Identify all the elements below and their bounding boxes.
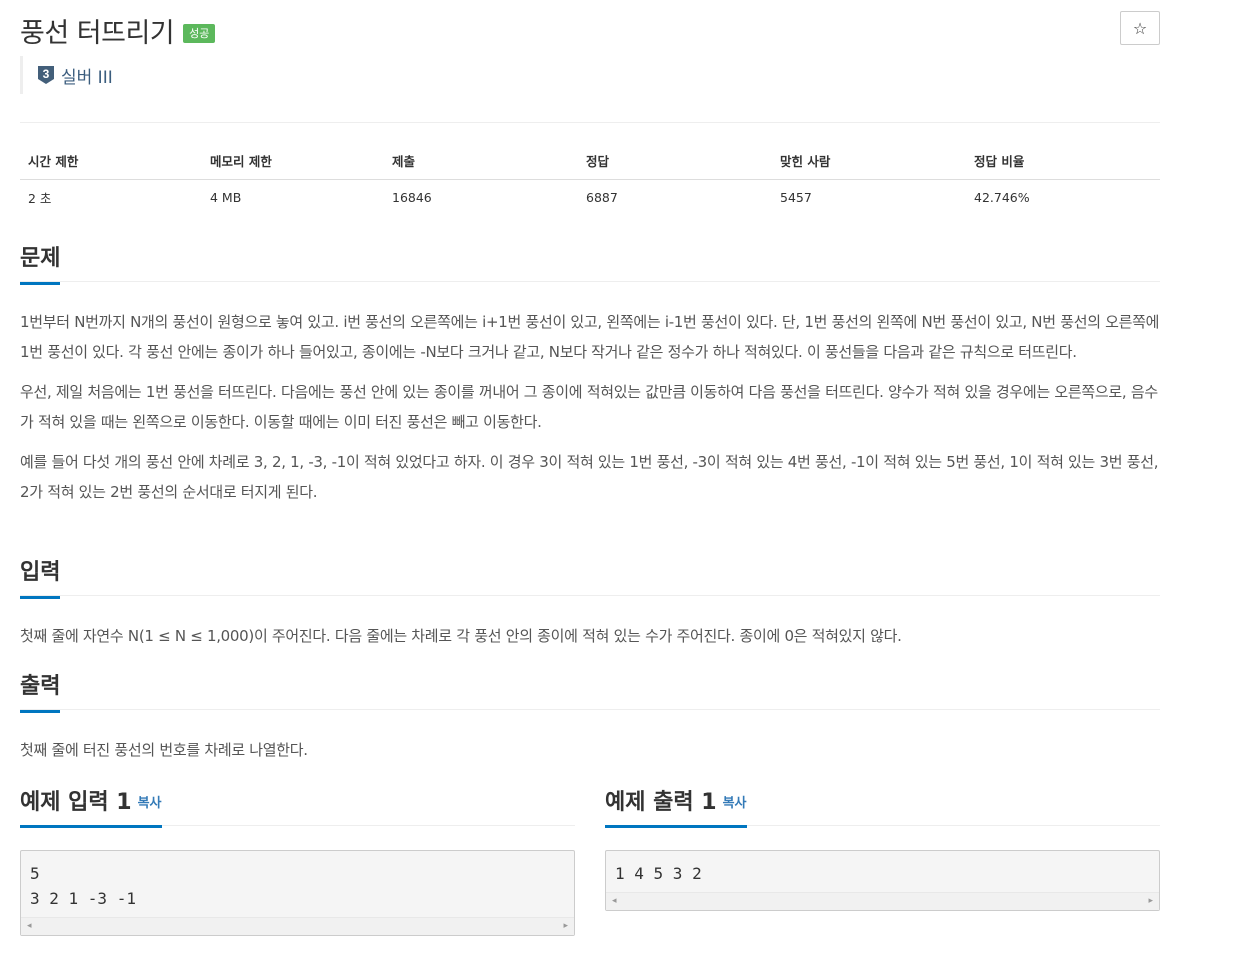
output-description: 첫째 줄에 터진 풍선의 번호를 차례로 나열한다. [20, 741, 308, 759]
header-submissions: 제출 [384, 143, 578, 180]
scroll-right-icon[interactable]: ▸ [1148, 896, 1153, 906]
horizontal-scrollbar[interactable]: ◂ ▸ [21, 917, 574, 935]
accepted-value: 6887 [586, 189, 618, 205]
solved-users-value: 5457 [780, 189, 812, 205]
problem-title: 풍선 터뜨리기 [20, 17, 175, 49]
input-section: 입력 첫째 줄에 자연수 N(1 ≤ N ≤ 1,000)이 주어진다. 다음 … [20, 558, 1160, 661]
scroll-left-icon[interactable]: ◂ [612, 896, 617, 906]
sample-output-title: 예제 출력 1 복사 [605, 788, 747, 828]
sample-output-panel: 예제 출력 1 복사 1 4 5 3 2 ◂ ▸ [605, 788, 1160, 911]
submissions-value: 16846 [392, 189, 432, 205]
sample-input-box: 5 3 2 1 -3 -1 ◂ ▸ [20, 850, 575, 936]
section-title-input: 입력 [20, 558, 61, 599]
problem-description-section: 문제 1번부터 N번까지 N개의 풍선이 원형으로 놓여 있고. i번 풍선의 … [20, 244, 1160, 517]
section-title-output: 출력 [20, 672, 61, 713]
scroll-left-icon[interactable]: ◂ [27, 921, 32, 931]
problem-info-table: 시간 제한 메모리 제한 제출 정답 맞힌 사람 정답 비율 2 초 4 MB … [20, 143, 1160, 215]
copy-sample-input-button[interactable]: 복사 [138, 796, 162, 811]
description-paragraph: 우선, 제일 처음에는 1번 풍선을 터뜨린다. 다음에는 풍선 안에 있는 종… [20, 383, 1158, 431]
header-accepted: 정답 [578, 143, 772, 180]
time-limit-value: 2 초 [28, 190, 52, 206]
input-body: 첫째 줄에 자연수 N(1 ≤ N ≤ 1,000)이 주어진다. 다음 줄에는… [20, 621, 1160, 651]
header-memory-limit: 메모리 제한 [202, 143, 384, 180]
status-badge: 성공 [183, 23, 216, 43]
sample-input-content: 5 3 2 1 -3 -1 [30, 864, 136, 908]
header-solved-users: 맞힌 사람 [772, 143, 966, 180]
silver-tier-icon: 3 [38, 66, 54, 84]
scroll-right-icon[interactable]: ▸ [563, 921, 568, 931]
horizontal-scrollbar[interactable]: ◂ ▸ [606, 892, 1159, 910]
description-body: 1번부터 N번까지 N개의 풍선이 원형으로 놓여 있고. i번 풍선의 오른쪽… [20, 307, 1160, 507]
description-paragraph: 예를 들어 다섯 개의 풍선 안에 차례로 3, 2, 1, -3, -1이 적… [20, 453, 1159, 501]
description-paragraph: 1번부터 N번까지 N개의 풍선이 원형으로 놓여 있고. i번 풍선의 오른쪽… [20, 313, 1160, 361]
svg-text:3: 3 [43, 67, 50, 81]
divider [20, 122, 1160, 123]
section-title-description: 문제 [20, 244, 61, 285]
input-description: 첫째 줄에 자연수 N(1 ≤ N ≤ 1,000)이 주어진다. 다음 줄에는… [20, 627, 902, 645]
sample-input-panel: 예제 입력 1 복사 5 3 2 1 -3 -1 ◂ ▸ [20, 788, 575, 936]
sample-input-title: 예제 입력 1 복사 [20, 788, 162, 828]
output-section: 출력 첫째 줄에 터진 풍선의 번호를 차례로 나열한다. [20, 672, 1160, 775]
title-row: 풍선 터뜨리기 성공 [20, 10, 216, 50]
header-accept-ratio: 정답 비율 [966, 143, 1160, 180]
tier-label: 실버 III [61, 67, 113, 88]
accept-ratio-value: 42.746% [974, 189, 1030, 205]
sample-output-content: 1 4 5 3 2 [615, 864, 702, 883]
memory-limit-value: 4 MB [210, 189, 242, 205]
copy-sample-output-button[interactable]: 복사 [723, 796, 747, 811]
output-body: 첫째 줄에 터진 풍선의 번호를 차례로 나열한다. [20, 735, 1160, 765]
sample-output-box: 1 4 5 3 2 ◂ ▸ [605, 850, 1160, 911]
star-button[interactable]: ☆ [1120, 11, 1160, 45]
tier-info: 3 실버 III [20, 56, 113, 94]
header-time-limit: 시간 제한 [20, 143, 202, 180]
table-row: 2 초 4 MB 16846 6887 5457 42.746% [20, 179, 1160, 215]
star-icon: ☆ [1132, 18, 1148, 38]
table-header-row: 시간 제한 메모리 제한 제출 정답 맞힌 사람 정답 비율 [20, 143, 1160, 180]
